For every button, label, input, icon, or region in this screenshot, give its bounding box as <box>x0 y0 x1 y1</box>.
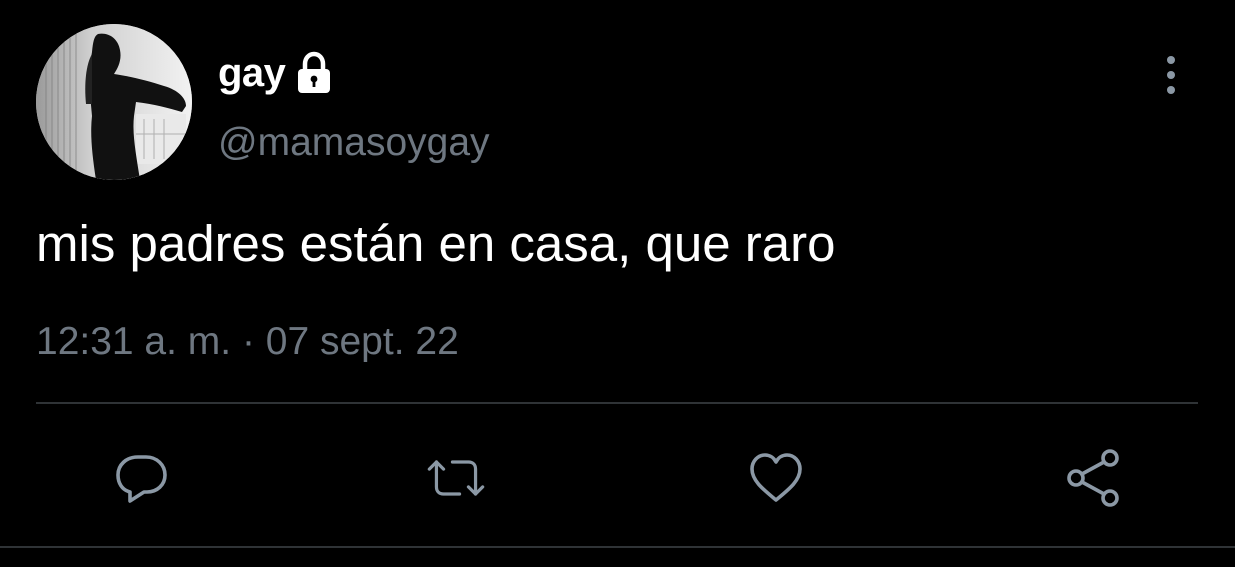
share-button[interactable] <box>1062 446 1126 510</box>
tweet-timestamp[interactable]: 12:31 a. m. · 07 sept. 22 <box>36 316 459 368</box>
author-name-row: gay <box>218 50 333 96</box>
lock-icon <box>295 51 333 95</box>
reply-icon <box>116 455 167 503</box>
tweet-text: mis padres están en casa, que raro <box>36 215 836 272</box>
divider <box>36 402 1198 404</box>
retweet-icon <box>427 460 485 496</box>
more-options-icon[interactable] <box>1152 52 1190 98</box>
retweet-button[interactable] <box>424 446 488 510</box>
reply-button[interactable] <box>110 446 174 510</box>
display-name[interactable]: gay <box>218 50 286 96</box>
avatar[interactable] <box>36 24 192 180</box>
divider-bottom <box>0 546 1235 548</box>
author-handle[interactable]: @mamasoygay <box>218 120 490 166</box>
avatar-image <box>36 24 192 180</box>
tweet-detail: gay @mamasoygay mis padres están en casa… <box>0 0 1235 567</box>
like-icon <box>750 453 802 502</box>
like-button[interactable] <box>744 446 808 510</box>
share-icon <box>1067 449 1119 507</box>
